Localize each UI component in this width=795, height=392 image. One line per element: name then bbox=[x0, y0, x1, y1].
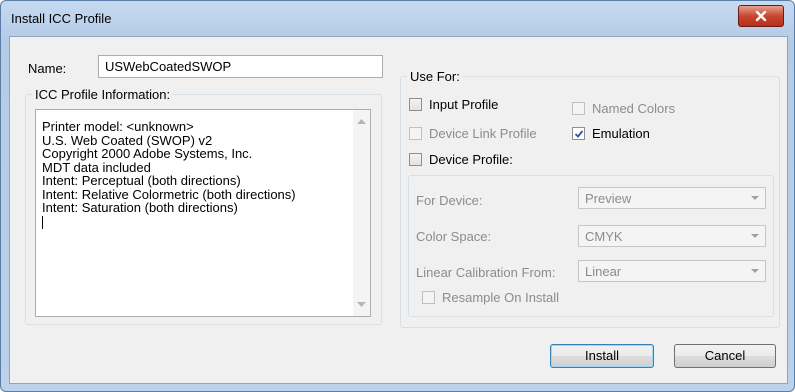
name-input-value: USWebCoatedSWOP bbox=[105, 59, 232, 74]
profile-info-textarea[interactable]: Printer model: <unknown> U.S. Web Coated… bbox=[35, 109, 371, 317]
info-line: Intent: Perceptual (both directions) bbox=[42, 173, 241, 188]
info-line: Copyright 2000 Adobe Systems, Inc. bbox=[42, 146, 253, 161]
dialog-window: Install ICC Profile Name: USWebCoatedSWO… bbox=[0, 0, 795, 392]
linear-calibration-select[interactable]: Linear bbox=[578, 260, 766, 282]
info-line: Printer model: <unknown> bbox=[42, 119, 194, 134]
check-icon bbox=[574, 130, 584, 138]
name-label: Name: bbox=[28, 61, 67, 76]
emulation-checkbox[interactable] bbox=[572, 127, 585, 140]
input-profile-label[interactable]: Input Profile bbox=[429, 97, 498, 112]
device-profile-label[interactable]: Device Profile: bbox=[429, 152, 513, 167]
named-colors-checkbox[interactable] bbox=[572, 102, 585, 115]
linear-calibration-value: Linear bbox=[585, 264, 622, 279]
vertical-scrollbar[interactable] bbox=[353, 110, 370, 316]
color-space-select[interactable]: CMYK bbox=[578, 225, 766, 247]
resample-label[interactable]: Resample On Install bbox=[442, 290, 559, 305]
cancel-button[interactable]: Cancel bbox=[674, 344, 776, 368]
title-bar[interactable]: Install ICC Profile bbox=[1, 1, 794, 35]
linear-calibration-label: Linear Calibration From: bbox=[416, 265, 556, 280]
device-link-profile-label[interactable]: Device Link Profile bbox=[429, 126, 537, 141]
dropdown-arrow-icon bbox=[751, 196, 759, 200]
scroll-down-icon[interactable] bbox=[357, 302, 366, 308]
info-line: MDT data included bbox=[42, 159, 151, 175]
dropdown-arrow-icon bbox=[751, 269, 759, 273]
device-link-profile-checkbox[interactable] bbox=[409, 127, 422, 140]
profile-info-text: Printer model: <unknown> U.S. Web Coated… bbox=[42, 120, 296, 229]
name-input[interactable]: USWebCoatedSWOP bbox=[98, 55, 383, 78]
device-profile-checkbox[interactable] bbox=[409, 153, 422, 166]
for-device-select[interactable]: Preview bbox=[578, 187, 766, 209]
install-button[interactable]: Install bbox=[550, 344, 654, 368]
profile-info-legend: ICC Profile Information: bbox=[35, 87, 171, 102]
input-profile-checkbox[interactable] bbox=[409, 98, 422, 111]
named-colors-label[interactable]: Named Colors bbox=[592, 101, 675, 116]
text-cursor bbox=[42, 215, 43, 229]
info-line: Intent: Relative Colormetric (both direc… bbox=[42, 186, 296, 202]
info-line: Intent: Saturation (both directions) bbox=[42, 200, 238, 215]
info-line: U.S. Web Coated (SWOP) v2 bbox=[42, 132, 213, 148]
close-button[interactable] bbox=[738, 5, 784, 27]
resample-checkbox[interactable] bbox=[422, 291, 435, 304]
emulation-label[interactable]: Emulation bbox=[592, 126, 650, 141]
dialog-body: Name: USWebCoatedSWOP ICC Profile Inform… bbox=[9, 36, 788, 384]
close-icon bbox=[755, 10, 767, 22]
color-space-label: Color Space: bbox=[416, 229, 492, 244]
scroll-up-icon[interactable] bbox=[357, 118, 366, 124]
for-device-label: For Device: bbox=[416, 193, 483, 208]
for-device-value: Preview bbox=[585, 191, 632, 206]
use-for-legend: Use For: bbox=[410, 69, 460, 84]
color-space-value: CMYK bbox=[585, 229, 623, 244]
window-title: Install ICC Profile bbox=[11, 11, 112, 26]
dropdown-arrow-icon bbox=[751, 234, 759, 238]
